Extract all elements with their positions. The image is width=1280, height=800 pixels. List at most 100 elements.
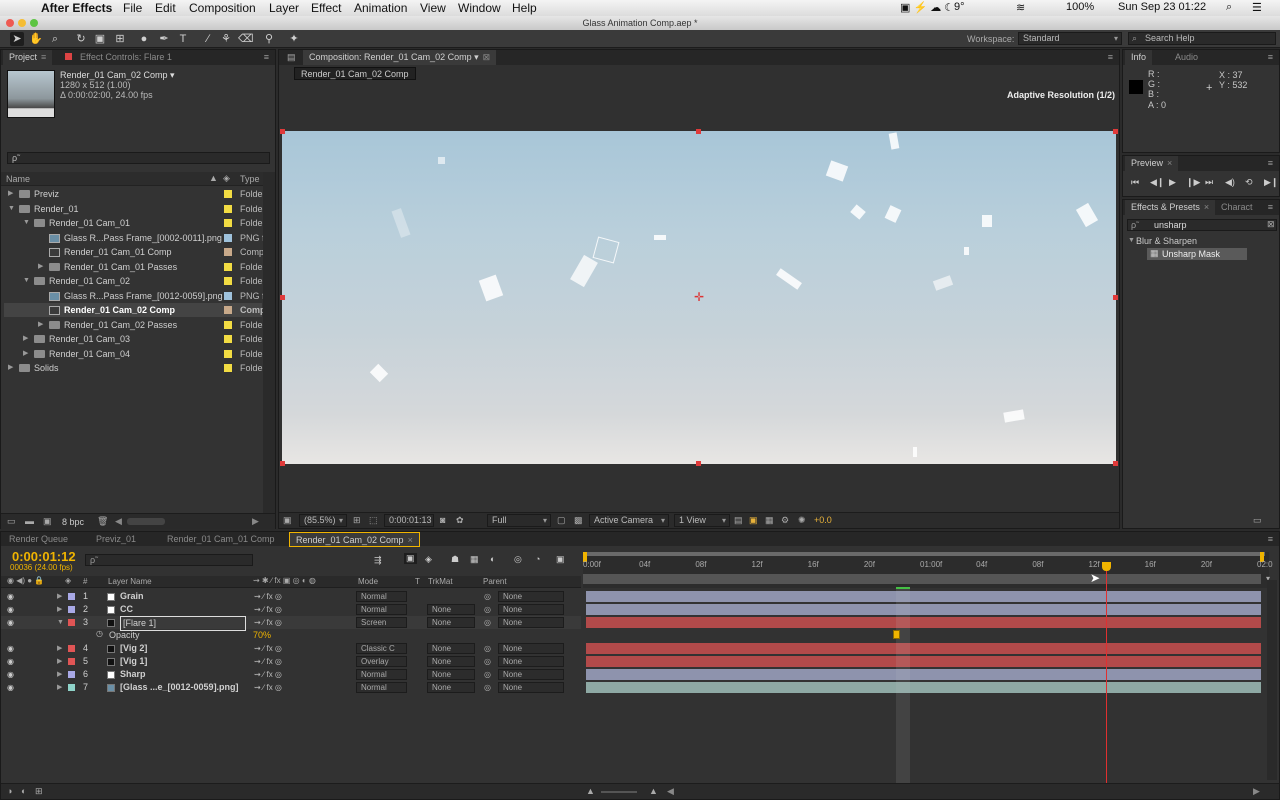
track-matte-dropdown[interactable]: None: [427, 604, 475, 615]
view-layout-dropdown[interactable]: 1 View: [674, 514, 730, 527]
transform-handle[interactable]: [280, 129, 285, 134]
project-item[interactable]: Render_01 Cam_02 Comp Comp: [4, 303, 266, 317]
expand-triangle-icon[interactable]: ▶: [23, 332, 28, 346]
label-color-swatch[interactable]: [224, 248, 232, 256]
blend-mode-dropdown[interactable]: Normal: [356, 682, 407, 693]
collapse-triangle-icon[interactable]: ▼: [8, 202, 15, 216]
fast-previews-icon[interactable]: ▣: [749, 515, 758, 526]
col-type[interactable]: Type: [240, 174, 260, 184]
expand-triangle-icon[interactable]: ▶: [38, 318, 43, 332]
parent-dropdown[interactable]: None: [498, 591, 564, 602]
project-item[interactable]: ▶ Render_01 Cam_03 Folde: [4, 332, 263, 346]
layer-name[interactable]: [Vig 2]: [120, 642, 147, 655]
panel-menu-icon[interactable]: ≡: [1268, 202, 1273, 212]
parent-dropdown[interactable]: None: [498, 669, 564, 680]
blend-mode-dropdown[interactable]: Screen: [356, 617, 407, 628]
effects-category[interactable]: Blur & Sharpen: [1136, 236, 1197, 246]
panel-menu-icon[interactable]: ≡: [1268, 52, 1273, 62]
collapse-triangle-icon[interactable]: ▼: [23, 216, 30, 230]
zoom-tool-icon[interactable]: ⌕: [48, 32, 62, 46]
label-color-swatch[interactable]: [224, 277, 232, 285]
layer-duration-bar[interactable]: [586, 604, 1261, 615]
ellipse-tool-icon[interactable]: ●: [137, 32, 151, 46]
type-tool-icon[interactable]: T: [176, 32, 190, 46]
new-comp-icon[interactable]: ▣: [43, 516, 52, 527]
battery-percent[interactable]: 100%: [1066, 1, 1094, 13]
opacity-value[interactable]: 70%: [253, 630, 271, 640]
time-navigator[interactable]: [583, 574, 1261, 584]
label-color-swatch[interactable]: [224, 262, 232, 271]
work-area-bar[interactable]: [583, 552, 1265, 556]
tab-character[interactable]: Charact: [1215, 200, 1259, 215]
tab-audio[interactable]: Audio: [1169, 50, 1204, 65]
brush-tool-icon[interactable]: ∕: [201, 32, 215, 46]
camera-tool-icon[interactable]: ▣: [93, 32, 107, 46]
project-item[interactable]: ▶ Render_01 Cam_02 Passes Folde: [4, 318, 263, 332]
live-update-icon[interactable]: ▣: [404, 553, 417, 564]
project-item[interactable]: ▼ Render_01 Cam_02 Folde: [4, 274, 263, 288]
av-features-icon[interactable]: ◉ ◀) ● 🔒: [7, 576, 44, 585]
track-matte-dropdown[interactable]: None: [427, 617, 475, 628]
toggle-in-out-icon[interactable]: ⊞: [35, 786, 43, 797]
tab-composition[interactable]: Composition: Render_01 Cam_02 Comp ▾ ⊠: [303, 50, 497, 65]
tab-info[interactable]: Info: [1125, 50, 1153, 65]
expand-triangle-icon[interactable]: ▶: [57, 642, 62, 655]
layer-row[interactable]: ◉ ▶ 5 [Vig 1] ⇝ ∕ fx ◎ Overlay None ◎ None: [1, 655, 581, 668]
project-search-input[interactable]: ρ˜: [7, 152, 270, 164]
layer-name[interactable]: [Glass ...e_[0012-0059].png]: [120, 681, 239, 694]
first-frame-icon[interactable]: ⏮: [1131, 177, 1139, 188]
layer-name[interactable]: Sharp: [120, 668, 146, 681]
zoom-in-icon[interactable]: ▲: [649, 786, 658, 796]
track-matte-dropdown[interactable]: None: [427, 669, 475, 680]
blend-mode-dropdown[interactable]: Normal: [356, 669, 407, 680]
new-folder-icon[interactable]: ▬: [25, 516, 34, 526]
transform-handle[interactable]: [280, 295, 285, 300]
timeline-current-time[interactable]: 0:00:01:12: [12, 549, 76, 564]
layer-row[interactable]: ◉ ▶ 4 [Vig 2] ⇝ ∕ fx ◎ Classic C None ◎ None: [1, 642, 581, 655]
scroll-right-icon[interactable]: ▶: [252, 516, 259, 527]
parent-pickwhip-icon[interactable]: ◎: [484, 603, 491, 616]
visibility-eye-icon[interactable]: ◉: [7, 668, 14, 681]
parent-pickwhip-icon[interactable]: ◎: [484, 668, 491, 681]
label-color-swatch[interactable]: [224, 219, 232, 227]
menu-composition[interactable]: Composition: [189, 1, 256, 15]
visibility-eye-icon[interactable]: ◉: [7, 655, 14, 668]
transform-handle[interactable]: [696, 129, 701, 134]
visibility-eye-icon[interactable]: ◉: [7, 642, 14, 655]
menu-file[interactable]: File: [123, 1, 142, 15]
playhead-handle[interactable]: [1102, 562, 1111, 571]
label-color-swatch[interactable]: [224, 233, 232, 242]
flowchart-icon[interactable]: ⚙: [781, 515, 789, 526]
label-color-swatch[interactable]: [224, 320, 232, 329]
layer-label-color[interactable]: [68, 684, 75, 691]
graph-editor-icon[interactable]: ◎: [514, 554, 522, 565]
menu-animation[interactable]: Animation: [354, 1, 407, 15]
layer-name[interactable]: [Vig 1]: [120, 655, 147, 668]
workspace-dropdown[interactable]: Standard: [1018, 32, 1122, 45]
toggle-modes-icon[interactable]: ◐: [21, 786, 26, 796]
eraser-tool-icon[interactable]: ⌫: [238, 32, 254, 46]
expand-triangle-icon[interactable]: ▶: [8, 187, 13, 201]
audio-icon[interactable]: ◀): [1225, 177, 1235, 188]
clear-search-icon[interactable]: ⊠: [1267, 219, 1275, 230]
layer-duration-bar[interactable]: [586, 617, 1261, 628]
layer-label-color[interactable]: [68, 645, 75, 652]
notifications-icon[interactable]: ☰: [1252, 1, 1262, 14]
expand-triangle-icon[interactable]: ▼: [1128, 237, 1135, 244]
close-window-button[interactable]: [6, 19, 14, 27]
label-col-icon[interactable]: ◈: [65, 576, 71, 585]
new-folder-icon[interactable]: ▭: [1253, 515, 1262, 526]
mask-visibility-icon[interactable]: ⬚: [369, 515, 378, 526]
layer-label-color[interactable]: [68, 606, 75, 613]
layer-duration-bar[interactable]: [586, 669, 1261, 680]
puppet-tool-icon[interactable]: ✦: [287, 32, 301, 46]
horizontal-scroll-thumb[interactable]: [127, 518, 165, 525]
layer-row[interactable]: ◉ ▶ 2 CC ⇝ ∕ fx ◎ Normal None ◎ None: [1, 603, 581, 616]
layer-name[interactable]: Grain: [120, 590, 144, 603]
menu-layer[interactable]: Layer: [269, 1, 299, 15]
parent-pickwhip-icon[interactable]: ◎: [484, 655, 491, 668]
parent-dropdown[interactable]: None: [498, 682, 564, 693]
frame-blending-icon[interactable]: ▦: [470, 554, 479, 565]
interpret-footage-icon[interactable]: ▭: [7, 516, 16, 527]
camera-dropdown[interactable]: Active Camera: [589, 514, 669, 527]
